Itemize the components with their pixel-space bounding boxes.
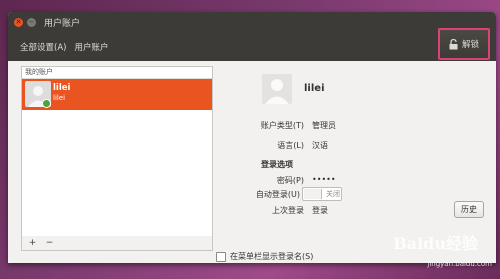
window-title: 用户账户	[44, 18, 81, 29]
titlebar: ✕ − 用户账户	[8, 12, 496, 32]
list-item[interactable]: lilei lilei	[22, 79, 212, 110]
watermark-logo: Baidu经验	[393, 234, 478, 253]
show-name-checkbox[interactable]	[216, 251, 226, 262]
password-value[interactable]: •••••	[312, 175, 336, 184]
watermark-url: jingyan.baidu.com	[427, 260, 492, 268]
show-name-label: 在菜单栏显示登录名(S)	[230, 252, 314, 261]
show-name-option[interactable]: 在菜单栏显示登录名(S)	[216, 251, 313, 262]
lock-icon	[449, 38, 458, 49]
unlock-label: 解锁	[461, 40, 479, 50]
password-label: 密码(P)	[276, 176, 304, 185]
last-login-value: 登录	[312, 206, 328, 215]
all-settings-menu[interactable]: 全部设置(A)	[20, 41, 66, 53]
account-type-label: 账户类型(T)	[260, 121, 304, 130]
user-avatar-icon[interactable]	[262, 74, 292, 104]
toggle-knob	[304, 189, 322, 199]
account-list: 我的账户 lilei lilei	[21, 66, 213, 237]
remove-user-button[interactable]: −	[43, 238, 56, 249]
online-status-icon	[42, 99, 51, 108]
history-button[interactable]: 历史	[454, 201, 484, 218]
menubar: 全部设置(A) 用户账户	[8, 32, 496, 61]
user-accounts-window: ✕ − 用户账户 全部设置(A) 用户账户 解锁 我的账户 lilei lile…	[8, 12, 496, 263]
toggle-state: 关闭	[326, 190, 340, 198]
unlock-button[interactable]: 解锁	[438, 28, 490, 60]
account-type-value[interactable]: 管理员	[312, 120, 336, 131]
last-login-label: 上次登录	[272, 206, 304, 215]
language-value[interactable]: 汉语	[312, 140, 328, 151]
account-list-toolbar: + −	[21, 236, 213, 251]
auto-login-toggle[interactable]: 关闭	[302, 187, 342, 201]
account-list-header: 我的账户	[22, 67, 212, 79]
login-options-title: 登录选项	[261, 160, 293, 169]
close-icon[interactable]: ✕	[14, 17, 23, 27]
minimize-icon[interactable]: −	[27, 17, 36, 27]
list-item-name: lilei	[53, 83, 71, 93]
add-user-button[interactable]: +	[26, 238, 39, 249]
list-item-subtitle: lilei	[53, 94, 66, 102]
auto-login-label: 自动登录(U)	[255, 190, 300, 199]
user-accounts-menu[interactable]: 用户账户	[74, 41, 108, 53]
user-name[interactable]: lilei	[304, 83, 325, 94]
language-label: 语言(L)	[277, 141, 304, 150]
